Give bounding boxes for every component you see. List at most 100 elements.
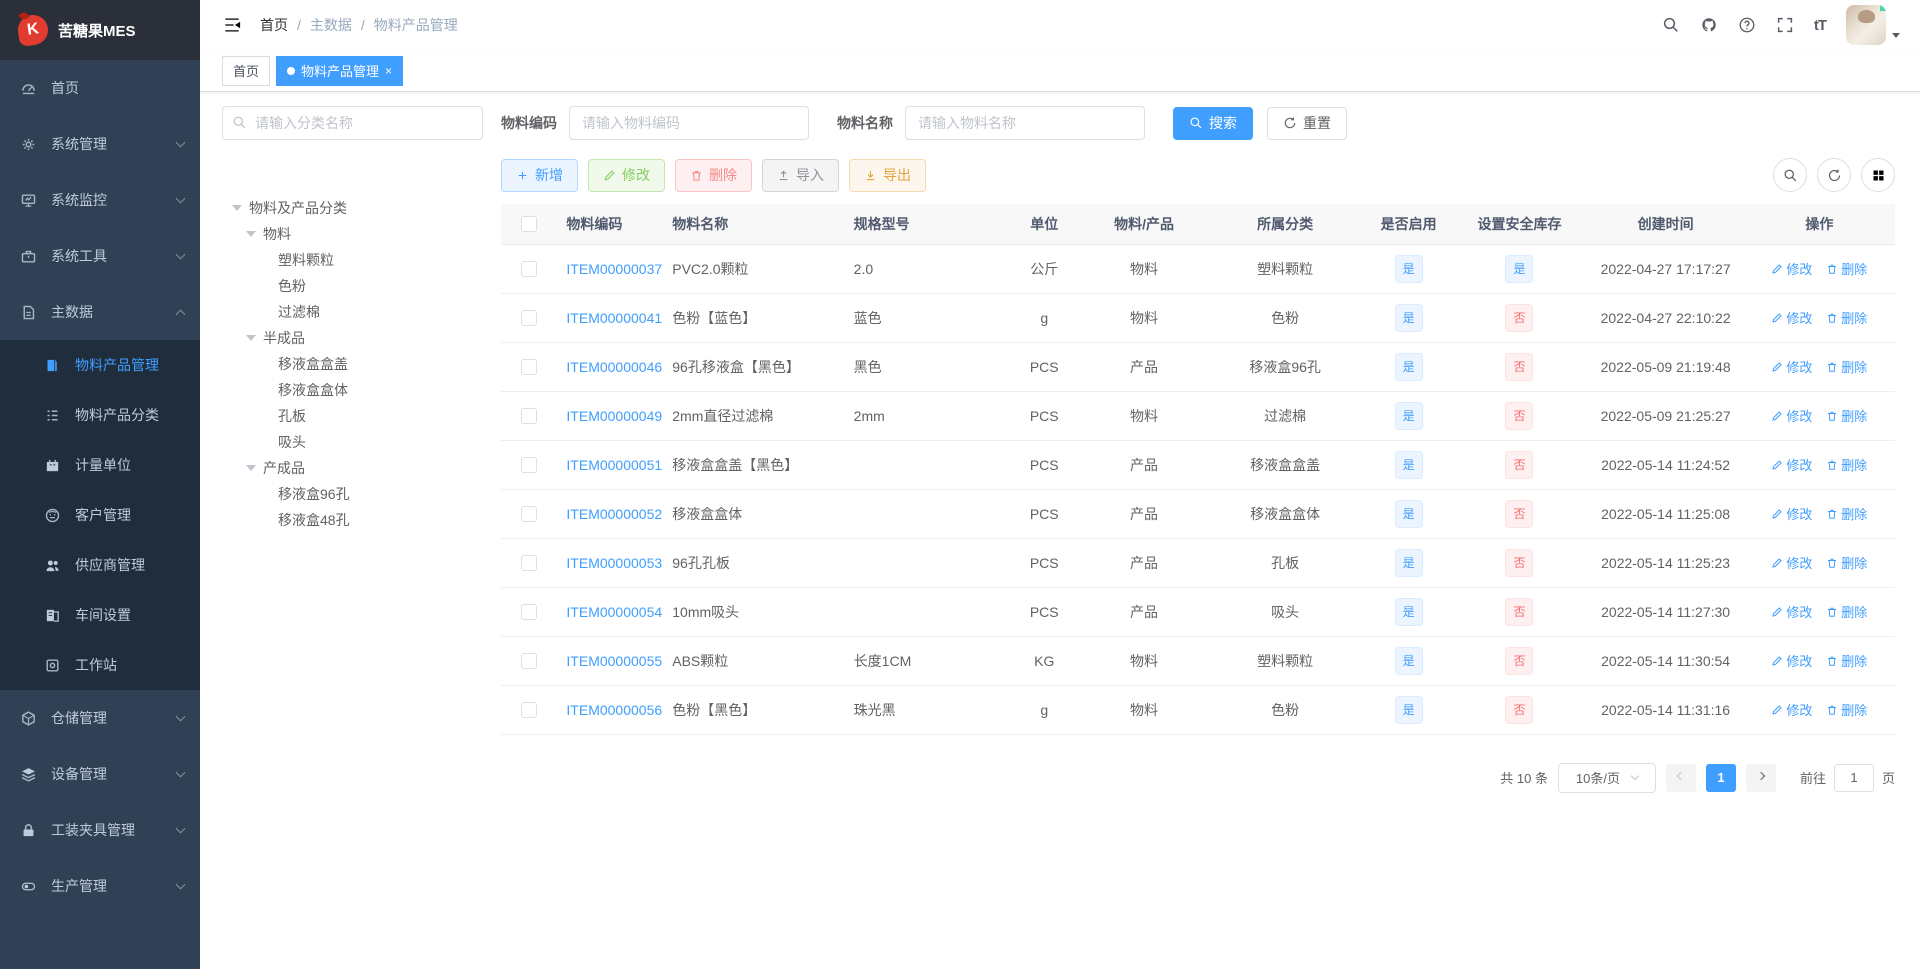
tab-home[interactable]: 首页 (222, 55, 271, 86)
sidebar-item-equipment-mgmt[interactable]: 设备管理 (0, 746, 200, 802)
row-delete-link[interactable]: 删除 (1826, 700, 1867, 719)
page-size-select[interactable]: 10条/页 (1557, 762, 1656, 793)
row-delete-link[interactable]: 删除 (1826, 602, 1867, 621)
row-checkbox[interactable] (520, 506, 537, 523)
font-size-icon[interactable]: tT (1814, 17, 1827, 34)
material-name-input[interactable] (905, 106, 1145, 140)
breadcrumb-level2[interactable]: 主数据 (310, 15, 352, 35)
table-row[interactable]: ITEM00000052 移液盒盒体 PCS 产品 移液盒盒体 是 否 2022… (501, 489, 1895, 539)
sidebar-item-system-admin[interactable]: 系统管理 (0, 116, 200, 172)
tree-node-leaf[interactable]: 孔板 (222, 403, 483, 429)
material-code-input[interactable] (569, 106, 809, 140)
close-icon[interactable]: × (385, 65, 392, 77)
current-page[interactable]: 1 (1705, 763, 1736, 792)
tree-caret-icon[interactable] (246, 231, 256, 237)
row-checkbox[interactable] (520, 604, 537, 621)
app-logo[interactable]: K 苦糖果MES (0, 0, 200, 60)
tree-node-leaf[interactable]: 吸头 (222, 429, 483, 455)
tree-node-leaf[interactable]: 移液盒盒盖 (222, 351, 483, 377)
sidebar-item-supplier-mgmt[interactable]: 供应商管理 (0, 540, 200, 590)
delete-button[interactable]: 删除 (675, 158, 752, 192)
row-delete-link[interactable]: 删除 (1826, 651, 1867, 670)
sidebar-item-system-monitor[interactable]: 系统监控 (0, 172, 200, 228)
tree-node-group[interactable]: 产成品 (222, 455, 483, 481)
row-edit-link[interactable]: 修改 (1771, 651, 1812, 670)
row-checkbox[interactable] (520, 555, 537, 572)
sidebar-item-material-product-mgmt[interactable]: 物料产品管理 (0, 340, 200, 390)
edit-button[interactable]: 修改 (588, 158, 665, 192)
tree-node-root[interactable]: 物料及产品分类 (222, 195, 483, 221)
cell-code[interactable]: ITEM00000049 (556, 391, 663, 441)
row-checkbox[interactable] (520, 261, 537, 278)
cell-code[interactable]: ITEM00000055 (556, 636, 663, 686)
row-edit-link[interactable]: 修改 (1771, 602, 1812, 621)
sidebar-fold-icon[interactable] (222, 15, 242, 35)
row-delete-link[interactable]: 删除 (1826, 357, 1867, 376)
cell-code[interactable]: ITEM00000037 (556, 244, 663, 294)
tree-node-group[interactable]: 物料 (222, 221, 483, 247)
refresh-table-button[interactable] (1817, 158, 1851, 192)
tree-caret-icon[interactable] (232, 205, 242, 211)
cell-code[interactable]: ITEM00000052 (556, 489, 663, 539)
toggle-search-button[interactable] (1773, 158, 1807, 192)
table-row[interactable]: ITEM00000056 色粉【黑色】 珠光黑 g 物料 色粉 是 否 2022… (501, 685, 1895, 735)
sidebar-item-fixture-mgmt[interactable]: 工装夹具管理 (0, 802, 200, 858)
tab-material-product-mgmt[interactable]: 物料产品管理 × (276, 55, 404, 86)
row-delete-link[interactable]: 删除 (1826, 406, 1867, 425)
row-edit-link[interactable]: 修改 (1771, 455, 1812, 474)
column-settings-button[interactable] (1861, 158, 1895, 192)
breadcrumb-home[interactable]: 首页 (260, 15, 288, 35)
row-checkbox[interactable] (520, 653, 537, 670)
table-row[interactable]: ITEM00000054 10mm吸头 PCS 产品 吸头 是 否 2022-0… (501, 587, 1895, 637)
row-delete-link[interactable]: 删除 (1826, 308, 1867, 327)
sidebar-item-home[interactable]: 首页 (0, 60, 200, 116)
row-checkbox[interactable] (520, 457, 537, 474)
row-checkbox[interactable] (520, 408, 537, 425)
sidebar-item-workshop-settings[interactable]: 车间设置 (0, 590, 200, 640)
help-icon[interactable] (1738, 16, 1756, 34)
cell-code[interactable]: ITEM00000051 (556, 440, 663, 490)
sidebar-item-measure-unit[interactable]: 计量单位 (0, 440, 200, 490)
sidebar-item-system-tools[interactable]: 系统工具 (0, 228, 200, 284)
fullscreen-icon[interactable] (1776, 16, 1794, 34)
row-checkbox[interactable] (520, 702, 537, 719)
table-row[interactable]: ITEM00000055 ABS颗粒 长度1CM KG 物料 塑料颗粒 是 否 … (501, 636, 1895, 686)
row-edit-link[interactable]: 修改 (1771, 504, 1812, 523)
row-checkbox[interactable] (520, 359, 537, 376)
tree-node-leaf[interactable]: 塑料颗粒 (222, 247, 483, 273)
cell-code[interactable]: ITEM00000054 (556, 587, 663, 637)
category-search-input[interactable] (222, 106, 483, 140)
reset-button[interactable]: 重置 (1267, 106, 1347, 140)
row-edit-link[interactable]: 修改 (1771, 259, 1812, 278)
table-row[interactable]: ITEM00000046 96孔移液盒【黑色】 黑色 PCS 产品 移液盒96孔… (501, 342, 1895, 392)
table-row[interactable]: ITEM00000041 色粉【蓝色】 蓝色 g 物料 色粉 是 否 2022-… (501, 293, 1895, 343)
row-edit-link[interactable]: 修改 (1771, 357, 1812, 376)
table-row[interactable]: ITEM00000049 2mm直径过滤棉 2mm PCS 物料 过滤棉 是 否… (501, 391, 1895, 441)
row-edit-link[interactable]: 修改 (1771, 406, 1812, 425)
sidebar-item-customer-mgmt[interactable]: 客户管理 (0, 490, 200, 540)
export-button[interactable]: 导出 (849, 158, 926, 192)
cell-code[interactable]: ITEM00000056 (556, 685, 663, 735)
tree-node-leaf[interactable]: 过滤棉 (222, 299, 483, 325)
row-checkbox[interactable] (520, 310, 537, 327)
row-delete-link[interactable]: 删除 (1826, 553, 1867, 572)
avatar[interactable] (1846, 5, 1886, 45)
sidebar-item-workstation[interactable]: 工作站 (0, 640, 200, 690)
tree-caret-icon[interactable] (246, 465, 256, 471)
prev-page-button[interactable] (1665, 763, 1696, 792)
tree-node-group[interactable]: 半成品 (222, 325, 483, 351)
row-edit-link[interactable]: 修改 (1771, 700, 1812, 719)
github-icon[interactable] (1700, 16, 1718, 34)
tree-node-leaf[interactable]: 色粉 (222, 273, 483, 299)
cell-code[interactable]: ITEM00000041 (556, 293, 663, 343)
row-delete-link[interactable]: 删除 (1826, 455, 1867, 474)
tree-node-leaf[interactable]: 移液盒盒体 (222, 377, 483, 403)
table-row[interactable]: ITEM00000037 PVC2.0颗粒 2.0 公斤 物料 塑料颗粒 是 是… (501, 244, 1895, 294)
sidebar-item-master-data[interactable]: 主数据 (0, 284, 200, 340)
cell-code[interactable]: ITEM00000046 (556, 342, 663, 392)
next-page-button[interactable] (1745, 763, 1776, 792)
cell-code[interactable]: ITEM00000053 (556, 538, 663, 588)
tree-node-leaf[interactable]: 移液盒96孔 (222, 481, 483, 507)
add-button[interactable]: 新增 (501, 158, 578, 192)
table-row[interactable]: ITEM00000051 移液盒盒盖【黑色】 PCS 产品 移液盒盒盖 是 否 … (501, 440, 1895, 490)
